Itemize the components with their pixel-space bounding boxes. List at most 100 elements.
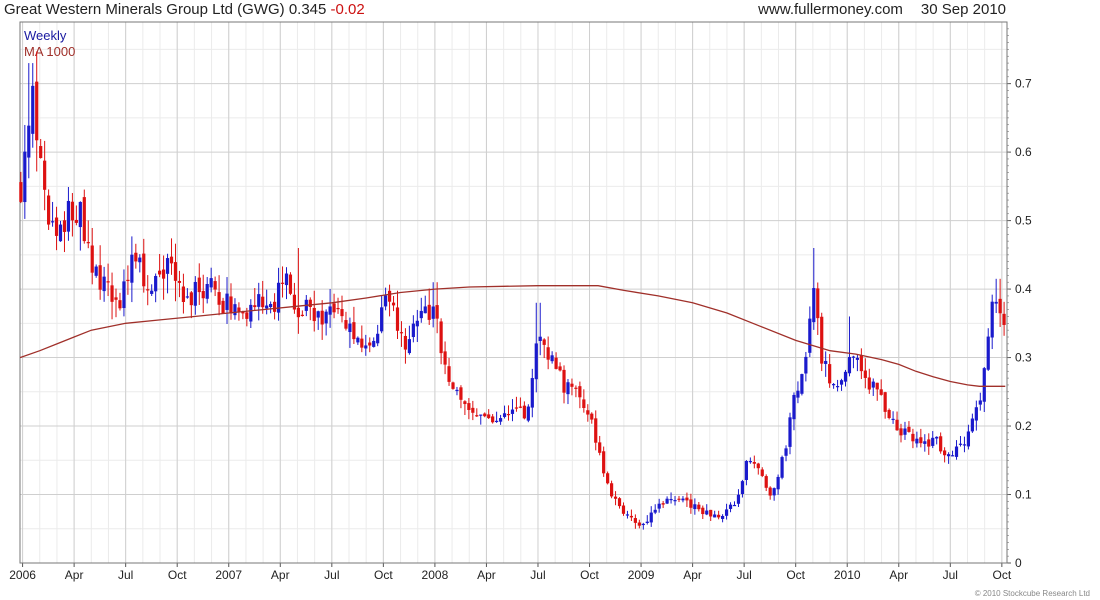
candle-body	[39, 146, 43, 158]
candle-body	[134, 252, 138, 262]
candle-body	[697, 504, 701, 510]
candle-body	[768, 487, 772, 496]
candle-body	[431, 306, 435, 319]
candle-body	[407, 339, 411, 354]
candle-body	[459, 387, 463, 400]
candle-body	[978, 400, 982, 405]
candle-body	[784, 448, 788, 456]
candle-body	[399, 332, 404, 334]
candle-body	[903, 428, 907, 435]
candle-body	[467, 403, 471, 410]
candle-body	[824, 360, 828, 364]
candle-body	[752, 461, 756, 464]
candle-body	[534, 343, 538, 380]
x-tick-label: Oct	[993, 568, 1012, 582]
candle-body	[609, 483, 614, 497]
candle-body	[510, 409, 515, 414]
candle-body	[427, 304, 431, 320]
candle-body	[221, 300, 225, 314]
candle-body	[233, 304, 237, 316]
candle-body	[578, 386, 582, 398]
candle-body	[292, 294, 297, 310]
candle-body	[681, 498, 685, 501]
candle-body	[272, 301, 277, 312]
x-tick-label: Oct	[374, 568, 393, 582]
candle-body	[435, 305, 439, 319]
candle-body	[340, 309, 344, 317]
candle-body	[590, 413, 594, 420]
candle-body	[102, 276, 106, 292]
candle-body	[58, 224, 63, 242]
candle-body	[677, 498, 681, 500]
candle-body	[748, 461, 752, 463]
candle-body	[617, 498, 622, 507]
candle-body	[740, 481, 745, 495]
candle-body	[732, 504, 737, 507]
candle-body	[312, 307, 316, 322]
y-tick-label: 0	[1015, 556, 1022, 570]
candle-body	[863, 370, 867, 378]
candle-body	[855, 357, 860, 360]
candle-body	[296, 307, 300, 318]
legend-entry: MA 1000	[24, 44, 75, 59]
candle-body	[582, 399, 586, 408]
candle-body	[721, 515, 725, 519]
candle-body	[27, 125, 31, 158]
candle-body	[86, 242, 90, 244]
x-tick-label: Oct	[168, 568, 187, 582]
y-tick-label: 0.1	[1015, 488, 1032, 502]
candle-body	[451, 382, 455, 389]
candle-body	[689, 499, 693, 508]
candle-body	[142, 253, 146, 287]
candle-body	[19, 182, 23, 202]
candle-body	[411, 323, 415, 338]
candle-body	[915, 438, 919, 444]
x-tick-label: 2009	[628, 568, 655, 582]
candle-body	[300, 314, 304, 316]
candle-body	[816, 288, 820, 319]
candle-body	[796, 390, 800, 398]
candle-body	[423, 306, 427, 314]
y-tick-label: 0.7	[1015, 77, 1032, 91]
y-tick-label: 0.3	[1015, 351, 1032, 365]
candle-body	[788, 417, 792, 447]
candle-body	[792, 394, 796, 420]
x-tick-label: 2006	[9, 568, 36, 582]
candle-body	[70, 201, 74, 221]
candle-body	[935, 436, 939, 439]
candle-body	[280, 282, 285, 284]
candle-body	[384, 295, 388, 307]
candle-body	[843, 371, 848, 382]
x-tick-label: Oct	[786, 568, 805, 582]
candle-body	[574, 387, 578, 389]
candle-body	[820, 316, 824, 364]
candle-body	[943, 450, 947, 456]
candle-body	[974, 407, 978, 421]
candle-body	[859, 355, 863, 372]
candle-body	[657, 503, 661, 509]
candle-body	[625, 514, 630, 516]
candle-body	[336, 307, 340, 310]
candle-body	[986, 336, 990, 370]
candle-body	[895, 419, 899, 431]
candle-body	[498, 418, 503, 422]
x-tick-label: Apr	[683, 568, 702, 582]
candle-body	[487, 414, 491, 419]
candle-body	[66, 200, 71, 232]
candle-body	[360, 338, 364, 348]
x-tick-label: Apr	[889, 568, 908, 582]
candle-body	[284, 273, 289, 286]
candle-body	[621, 505, 626, 514]
candle-body	[899, 428, 903, 436]
candle-body	[514, 407, 519, 409]
candle-body	[328, 306, 332, 315]
candle-body	[269, 303, 273, 308]
candle-body	[530, 378, 534, 408]
candle-body	[613, 496, 618, 499]
candle-body	[177, 280, 182, 283]
candle-body	[518, 406, 523, 408]
candle-body	[606, 473, 610, 484]
candle-body	[380, 307, 384, 332]
y-tick-label: 0.2	[1015, 419, 1032, 433]
candle-body	[50, 221, 55, 223]
